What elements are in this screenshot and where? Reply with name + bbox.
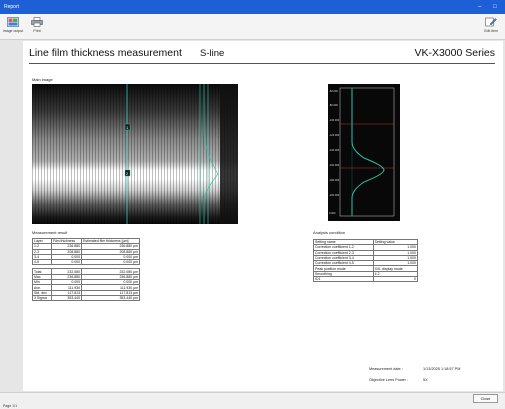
table-cell: ID1 xyxy=(313,276,374,283)
print-label: Print xyxy=(33,29,41,33)
objective-lens-label: Objective Lens Power : xyxy=(369,378,409,382)
print-button[interactable]: Print xyxy=(26,17,48,33)
table-cell: 353.440 xyxy=(50,294,83,302)
profile-tick-8: 0.000 xyxy=(329,211,336,215)
profile-tick-7: -200.000 xyxy=(329,193,340,197)
measurement-table: Layer Film thickness Estimated film thic… xyxy=(32,237,140,302)
objective-lens-value: 5X xyxy=(423,378,428,382)
image-output-label: Image output xyxy=(2,29,24,33)
table-row: ID1 0 xyxy=(313,276,419,283)
profile-tick-4: -140.000 xyxy=(329,148,340,152)
main-image-heading: Main image xyxy=(32,77,53,82)
profile-tick-1: -80.000 xyxy=(329,103,338,107)
film-cross-section-image: 1 2 xyxy=(32,84,238,224)
image-output-button[interactable]: Image output xyxy=(2,17,24,33)
close-button[interactable]: Close xyxy=(473,394,498,403)
printer-icon xyxy=(31,17,43,27)
profile-tick-2: -100.000 xyxy=(329,118,340,122)
report-toolbar: Image output Print Edit item xyxy=(0,14,505,40)
edit-icon xyxy=(485,17,497,27)
report-mode: S-line xyxy=(200,48,225,59)
profile-tick-0: -60.000 xyxy=(329,89,338,93)
profile-tick-3: -120.000 xyxy=(329,133,340,137)
edit-item-label: Edit item xyxy=(484,29,498,33)
report-title: Line film thickness measurement xyxy=(29,47,182,59)
window-titlebar: Report – □ xyxy=(0,0,505,14)
status-bar: Page 1/1 Close xyxy=(0,392,505,409)
window-title: Report xyxy=(4,4,20,10)
analysis-condition-table: Setting name Setting value Correction co… xyxy=(313,238,419,283)
minimize-button[interactable]: – xyxy=(478,0,481,14)
intensity-profile-plot: -60.000 -80.000 -100.000 -120.000 -140.0… xyxy=(328,84,400,221)
analysis-condition-heading: Analysis condition xyxy=(313,230,346,235)
table-row: 3 Sigma 353.440 353.440 µm xyxy=(32,294,140,302)
measurement-result-heading: Measurement result xyxy=(32,230,68,235)
table-cell: 3 Sigma xyxy=(32,294,52,302)
title-divider xyxy=(29,63,495,64)
edit-item-button[interactable]: Edit item xyxy=(480,17,502,33)
profile-graph: -60.000 -80.000 -100.000 -120.000 -140.0… xyxy=(329,87,395,217)
report-page: Line film thickness measurement S-line V… xyxy=(23,41,503,391)
profile-tick-5: -160.000 xyxy=(329,163,340,167)
measurement-date-value: 1/13/2025 1:18:57 PM xyxy=(423,367,461,371)
table-cell: 353.440 µm xyxy=(81,294,140,302)
report-series: VK-X3000 Series xyxy=(414,47,495,59)
measurement-date-label: Measurement date : xyxy=(369,367,403,371)
table-cell: 0 xyxy=(372,276,419,283)
main-image: 1 2 xyxy=(32,84,238,224)
profile-tick-6: -180.000 xyxy=(329,178,340,182)
page-indicator: Page 1/1 xyxy=(3,404,18,408)
maximize-button[interactable]: □ xyxy=(493,0,497,14)
image-icon xyxy=(7,17,19,27)
